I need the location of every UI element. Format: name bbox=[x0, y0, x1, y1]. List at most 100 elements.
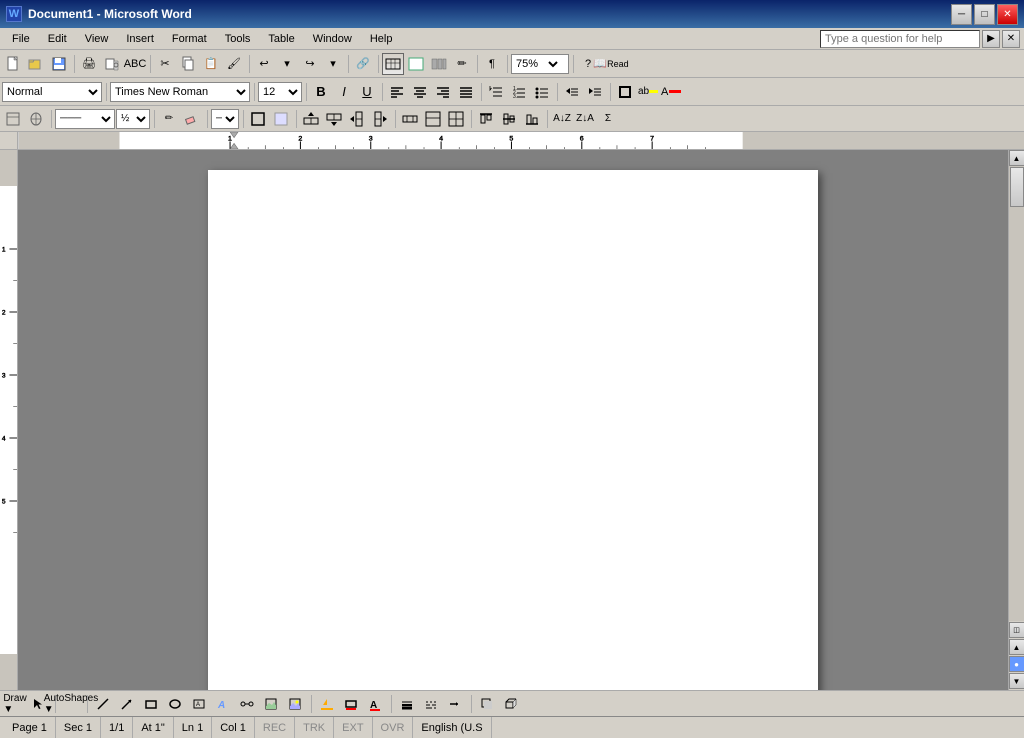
sort-desc-button[interactable]: Z↓A bbox=[574, 109, 596, 129]
help-input[interactable] bbox=[820, 30, 980, 48]
3d-btn[interactable] bbox=[500, 694, 522, 714]
clipart-button[interactable] bbox=[260, 694, 282, 714]
web-view-button[interactable] bbox=[25, 109, 47, 129]
font-color-btn2[interactable]: A bbox=[364, 694, 386, 714]
scroll-thumb[interactable] bbox=[1010, 167, 1024, 207]
style-select[interactable]: Normal Heading 1 Heading 2 bbox=[3, 83, 101, 101]
cut-button[interactable]: ✂ bbox=[154, 53, 176, 75]
align-center-button[interactable] bbox=[409, 81, 431, 103]
shadow-btn[interactable] bbox=[476, 694, 498, 714]
size-select[interactable]: 12 891011 14161820 bbox=[259, 83, 301, 101]
help-close-button[interactable]: ✕ bbox=[1002, 30, 1020, 48]
align-top-button[interactable] bbox=[475, 109, 497, 129]
align-left-button[interactable] bbox=[386, 81, 408, 103]
scroll-up-button[interactable]: ▲ bbox=[1009, 150, 1024, 166]
vertical-scrollbar[interactable]: ▲ ◫ ▲ ● ▼ bbox=[1008, 150, 1024, 690]
numbering-button[interactable]: 1.2.3. bbox=[508, 81, 530, 103]
columns-button[interactable] bbox=[428, 53, 450, 75]
scroll-zoom-page-button[interactable]: ◫ bbox=[1009, 622, 1024, 638]
print-button[interactable]: 🖨 bbox=[78, 53, 100, 75]
text-box-button[interactable]: A bbox=[188, 694, 210, 714]
normal-view-button[interactable] bbox=[2, 109, 24, 129]
paste-button[interactable]: 📋 bbox=[200, 53, 222, 75]
menu-view[interactable]: View bbox=[77, 29, 117, 49]
copy-button[interactable] bbox=[177, 53, 199, 75]
menu-file[interactable]: File bbox=[4, 29, 38, 49]
new-button[interactable] bbox=[2, 53, 24, 75]
undo-button[interactable]: ↩ bbox=[253, 53, 275, 75]
insert-cols-left-button[interactable] bbox=[346, 109, 368, 129]
bold-button[interactable]: B bbox=[310, 81, 332, 103]
document-content[interactable] bbox=[208, 170, 818, 690]
decrease-indent-button[interactable] bbox=[561, 81, 583, 103]
font-dropdown[interactable]: Times New Roman Arial Calibri bbox=[110, 82, 250, 102]
bullets-button[interactable] bbox=[531, 81, 553, 103]
diagram-button[interactable] bbox=[236, 694, 258, 714]
spell-check-button[interactable]: ABC bbox=[124, 53, 146, 75]
line-style-btn[interactable] bbox=[396, 694, 418, 714]
wordart-button[interactable]: A bbox=[212, 694, 234, 714]
align-bottom-button[interactable] bbox=[521, 109, 543, 129]
autosum-button[interactable]: Σ bbox=[597, 109, 619, 129]
insert-rows-below-button[interactable] bbox=[323, 109, 345, 129]
document-area[interactable] bbox=[18, 150, 1008, 690]
menu-insert[interactable]: Insert bbox=[118, 29, 162, 49]
sort-asc-button[interactable]: A↓Z bbox=[551, 109, 573, 129]
highlight-button[interactable]: ab bbox=[637, 81, 659, 103]
style-dropdown[interactable]: Normal Heading 1 Heading 2 bbox=[2, 82, 102, 102]
italic-button[interactable]: I bbox=[333, 81, 355, 103]
undo-dropdown[interactable]: ▾ bbox=[276, 53, 298, 75]
menu-help[interactable]: Help bbox=[362, 29, 401, 49]
font-select[interactable]: Times New Roman Arial Calibri bbox=[111, 83, 249, 101]
fraction-dropdown[interactable]: ½ ¼ ¾ bbox=[116, 109, 150, 129]
format-painter-button[interactable]: 🖌 bbox=[223, 53, 245, 75]
line-style-select[interactable]: ─── - - - ···· bbox=[56, 110, 114, 128]
scroll-next-page-button[interactable]: ▼ bbox=[1009, 673, 1024, 689]
scroll-prev-page-button[interactable]: ▲ bbox=[1009, 639, 1024, 655]
line-spacing-button[interactable] bbox=[485, 81, 507, 103]
border-style-button[interactable] bbox=[247, 109, 269, 129]
merge-cells-button[interactable] bbox=[422, 109, 444, 129]
border-color-dropdown[interactable]: ─ bbox=[211, 109, 239, 129]
print-preview-button[interactable] bbox=[101, 53, 123, 75]
oval-tool-button[interactable] bbox=[164, 694, 186, 714]
table-draw-button[interactable]: ✏ bbox=[158, 109, 180, 129]
delete-rows-button[interactable] bbox=[399, 109, 421, 129]
paragraph-marks-button[interactable]: ¶ bbox=[481, 53, 503, 75]
redo-button[interactable]: ↪ bbox=[299, 53, 321, 75]
shading-button[interactable] bbox=[270, 109, 292, 129]
drawing-button[interactable]: ✏ bbox=[451, 53, 473, 75]
picture-button[interactable] bbox=[284, 694, 306, 714]
line-color-button[interactable] bbox=[340, 694, 362, 714]
redo-dropdown[interactable]: ▾ bbox=[322, 53, 344, 75]
menu-tools[interactable]: Tools bbox=[217, 29, 259, 49]
increase-indent-button[interactable] bbox=[584, 81, 606, 103]
scroll-select-button[interactable]: ● bbox=[1009, 656, 1024, 672]
align-middle-button[interactable] bbox=[498, 109, 520, 129]
autoshapes-button[interactable]: AutoShapes ▼ bbox=[60, 694, 82, 714]
rect-tool-button[interactable] bbox=[140, 694, 162, 714]
open-button[interactable] bbox=[25, 53, 47, 75]
insert-cols-right-button[interactable] bbox=[369, 109, 391, 129]
fill-color-button[interactable] bbox=[316, 694, 338, 714]
document-page[interactable] bbox=[208, 170, 818, 690]
menu-window[interactable]: Window bbox=[305, 29, 360, 49]
zoom-dropdown[interactable]: 75% 50% 100% 125% 150% bbox=[511, 54, 569, 74]
menu-format[interactable]: Format bbox=[164, 29, 215, 49]
scroll-track[interactable] bbox=[1009, 166, 1024, 621]
arrow-tool-button[interactable] bbox=[116, 694, 138, 714]
font-color-button[interactable]: A bbox=[660, 81, 682, 103]
menu-edit[interactable]: Edit bbox=[40, 29, 75, 49]
line-style-dropdown[interactable]: ─── - - - ···· bbox=[55, 109, 115, 129]
split-cells-button[interactable] bbox=[445, 109, 467, 129]
underline-button[interactable]: U bbox=[356, 81, 378, 103]
excel-button[interactable] bbox=[405, 53, 427, 75]
save-button[interactable] bbox=[48, 53, 70, 75]
insert-rows-above-button[interactable] bbox=[300, 109, 322, 129]
line-tool-button[interactable] bbox=[92, 694, 114, 714]
minimize-button[interactable]: ─ bbox=[951, 4, 972, 25]
outside-border-button[interactable] bbox=[614, 81, 636, 103]
size-dropdown[interactable]: 12 891011 14161820 bbox=[258, 82, 302, 102]
read-button[interactable]: 📖 Read bbox=[600, 53, 622, 75]
table-eraser-button[interactable] bbox=[181, 109, 203, 129]
